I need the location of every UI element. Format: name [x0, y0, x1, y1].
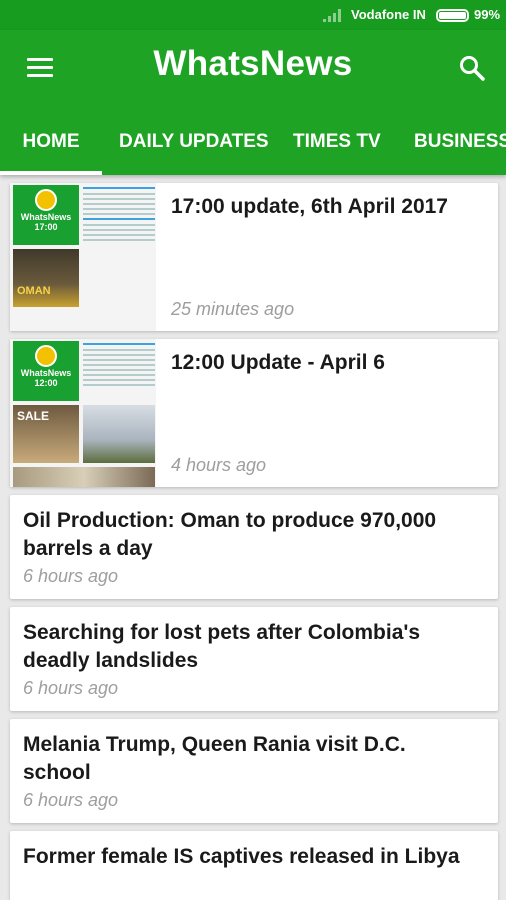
news-thumbnail: WhatsNews 12:00 SALE	[10, 339, 156, 487]
battery-percentage: 99%	[474, 7, 501, 22]
news-title: Oil Production: Oman to produce 970,000 …	[23, 509, 437, 560]
news-card[interactable]: Melania Trump, Queen Rania visit D.C. sc…	[10, 719, 498, 823]
signal-icon	[323, 9, 341, 22]
news-title: 12:00 Update - April 6	[171, 351, 385, 374]
tab-label: TIMES TV	[293, 131, 381, 152]
tab-bar: HOME DAILY UPDATES TIMES TV BUSINESS	[0, 126, 506, 175]
app-bar: WhatsNews HOME DAILY UPDATES TIMES TV BU…	[0, 30, 506, 175]
thumbnail-text-column	[83, 343, 155, 401]
news-timestamp: 4 hours ago	[171, 455, 267, 475]
news-title: Former female IS captives released in Li…	[23, 845, 460, 868]
news-timestamp: 25 minutes ago	[171, 299, 295, 319]
whatsnews-logo-tile: WhatsNews 17:00	[13, 185, 79, 245]
news-title: Melania Trump, Queen Rania visit D.C. sc…	[23, 733, 406, 784]
search-icon[interactable]	[458, 54, 486, 82]
tab-label: BUSINESS	[414, 131, 506, 152]
status-bar: Vodafone IN 99%	[0, 0, 506, 30]
thumbnail-text-column	[83, 187, 155, 245]
news-card[interactable]: WhatsNews 12:00 SALE 12:00 Update - Apri…	[10, 339, 498, 487]
thumbnail-photo-meeting	[83, 405, 155, 463]
news-title: 17:00 update, 6th April 2017	[171, 195, 448, 218]
app-title: WhatsNews	[153, 44, 353, 83]
news-timestamp: 6 hours ago	[23, 678, 119, 698]
news-thumbnail: WhatsNews 17:00 OMAN	[10, 183, 156, 331]
news-timestamp: 6 hours ago	[23, 566, 119, 586]
news-card[interactable]: Former female IS captives released in Li…	[10, 831, 498, 900]
thumbnail-photo: OMAN	[13, 249, 79, 307]
battery-icon	[436, 9, 469, 22]
tab-home[interactable]: HOME	[0, 126, 102, 175]
tab-times-tv[interactable]: TIMES TV	[293, 126, 381, 175]
news-timestamp: 6 hours ago	[23, 790, 119, 810]
tab-label: HOME	[22, 131, 80, 152]
whatsnews-logo-tile: WhatsNews 12:00	[13, 341, 79, 401]
carrier-name: Vodafone IN	[351, 7, 426, 22]
tab-label: DAILY UPDATES	[119, 131, 269, 152]
news-feed: WhatsNews 17:00 OMAN 17:00 update, 6th A…	[0, 175, 506, 900]
tab-daily-updates[interactable]: DAILY UPDATES	[119, 126, 269, 175]
news-title: Searching for lost pets after Colombia's…	[23, 621, 421, 672]
news-card[interactable]: Oil Production: Oman to produce 970,000 …	[10, 495, 498, 599]
thumbnail-photo-strip	[13, 467, 155, 487]
tab-business[interactable]: BUSINESS	[414, 126, 506, 175]
thumbnail-photo: SALE	[13, 405, 79, 463]
news-card[interactable]: Searching for lost pets after Colombia's…	[10, 607, 498, 711]
thumbnail-text-column-2	[83, 249, 155, 307]
news-card[interactable]: WhatsNews 17:00 OMAN 17:00 update, 6th A…	[10, 183, 498, 331]
